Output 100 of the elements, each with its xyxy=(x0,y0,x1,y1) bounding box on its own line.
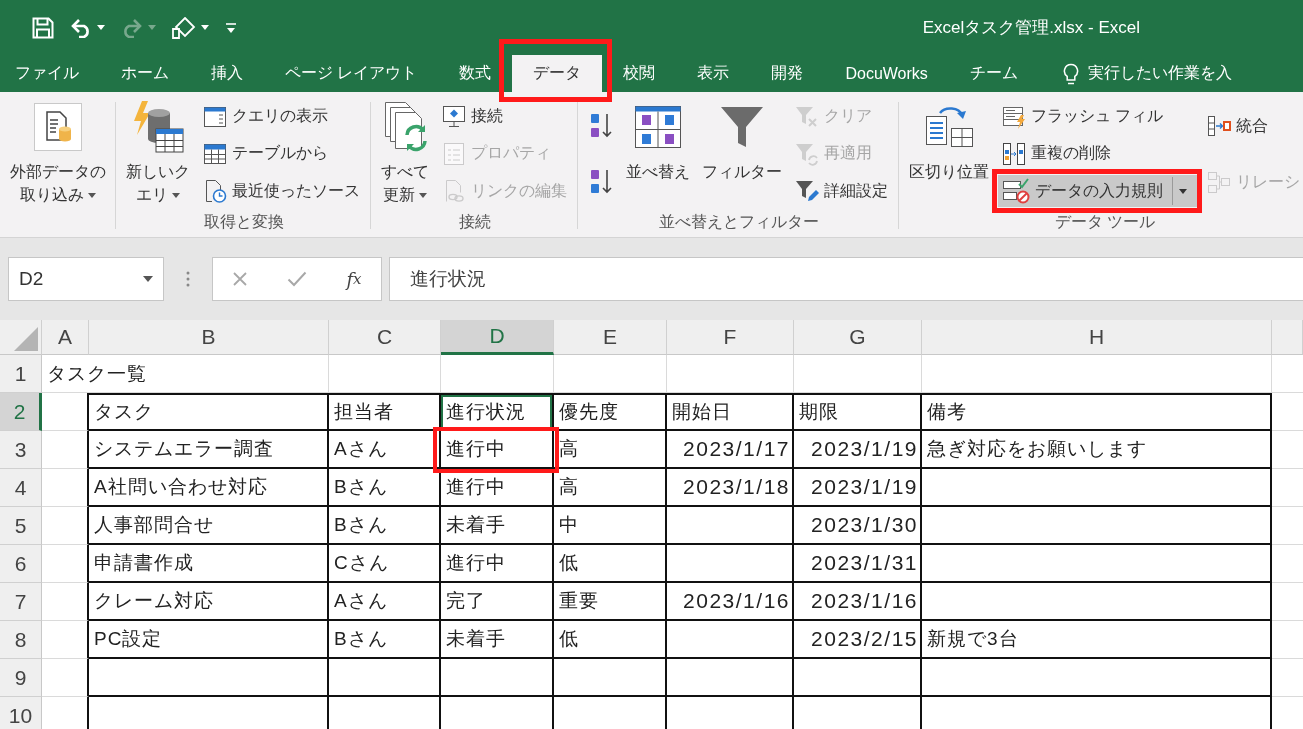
tell-me-button[interactable]: 実行したい作業を入 xyxy=(1038,55,1232,92)
table-cell[interactable] xyxy=(667,545,794,583)
table-cell[interactable]: 期限 xyxy=(794,393,922,431)
table-cell[interactable] xyxy=(42,431,89,469)
table-cell[interactable] xyxy=(42,507,89,545)
table-cell[interactable]: 高 xyxy=(554,431,667,469)
ribbon-button[interactable]: 新しいクエリ xyxy=(123,98,193,210)
table-cell[interactable] xyxy=(922,545,1272,583)
ribbon-button[interactable]: 並べ替え xyxy=(623,98,693,210)
ribbon-button[interactable]: 詳細設定 xyxy=(791,175,892,208)
row-header[interactable]: 5 xyxy=(0,507,42,545)
table-cell[interactable]: 2023/1/19 xyxy=(794,469,922,507)
table-cell[interactable] xyxy=(42,469,89,507)
table-cell[interactable] xyxy=(42,583,89,621)
table-cell[interactable]: 優先度 xyxy=(554,393,667,431)
table-cell[interactable] xyxy=(42,621,89,659)
ribbon-button[interactable]: 重複の削除 xyxy=(998,138,1115,170)
table-cell[interactable]: 2023/1/31 xyxy=(794,545,922,583)
ribbon-button[interactable]: すべて更新 xyxy=(378,98,432,210)
row-header[interactable]: 3 xyxy=(0,431,42,469)
table-cell[interactable]: PC設定 xyxy=(89,621,329,659)
ribbon-button[interactable]: テーブルから xyxy=(199,138,332,170)
table-cell[interactable]: 低 xyxy=(554,621,667,659)
table-cell[interactable] xyxy=(922,659,1272,697)
table-cell[interactable]: Bさん xyxy=(329,507,441,545)
table-cell[interactable]: 2023/1/30 xyxy=(794,507,922,545)
row-header[interactable]: 4 xyxy=(0,469,42,507)
table-cell[interactable] xyxy=(42,545,89,583)
ribbon-button[interactable]: クエリの表示 xyxy=(199,100,332,133)
table-cell[interactable] xyxy=(922,469,1272,507)
row-header[interactable]: 7 xyxy=(0,583,42,621)
column-header[interactable]: D xyxy=(441,320,554,355)
row-header[interactable]: 6 xyxy=(0,545,42,583)
ribbon-button[interactable]: 区切り位置 xyxy=(906,98,992,210)
table-cell[interactable]: Bさん xyxy=(329,621,441,659)
ribbon-button[interactable]: 最近使ったソース xyxy=(199,175,364,208)
row-header[interactable]: 10 xyxy=(0,697,42,729)
ribbon-button[interactable]: データの入力規則 xyxy=(998,175,1197,208)
ribbon-tab[interactable]: 校閲 xyxy=(602,55,677,92)
table-cell[interactable]: 高 xyxy=(554,469,667,507)
name-box[interactable]: D2 xyxy=(8,257,164,301)
table-cell[interactable]: Cさん xyxy=(329,545,441,583)
ribbon-tab[interactable]: 表示 xyxy=(676,55,751,92)
table-cell[interactable]: 2023/2/15 xyxy=(794,621,922,659)
table-cell[interactable]: 進行中 xyxy=(441,431,554,469)
table-cell[interactable]: 担当者 xyxy=(329,393,441,431)
table-cell[interactable]: 重要 xyxy=(554,583,667,621)
ribbon-button[interactable]: 外部データの取り込み xyxy=(7,98,109,210)
table-cell[interactable]: 開始日 xyxy=(667,393,794,431)
row-header[interactable]: 1 xyxy=(0,355,42,393)
ribbon-button[interactable]: フラッシュ フィル xyxy=(998,100,1168,133)
table-cell[interactable]: 2023/1/17 xyxy=(667,431,794,469)
table-cell[interactable]: 2023/1/16 xyxy=(667,583,794,621)
table-cell[interactable] xyxy=(922,507,1272,545)
table-cell[interactable]: 完了 xyxy=(441,583,554,621)
column-header[interactable]: A xyxy=(42,320,89,355)
column-header[interactable]: G xyxy=(794,320,922,355)
table-cell[interactable] xyxy=(42,393,89,431)
ribbon-tab[interactable]: データ xyxy=(512,55,603,92)
ribbon-tab[interactable]: ファイル xyxy=(0,55,100,92)
row-header[interactable]: 8 xyxy=(0,621,42,659)
ribbon-tab[interactable]: DocuWorks xyxy=(824,55,949,92)
table-cell[interactable]: 進行中 xyxy=(441,469,554,507)
column-header[interactable]: C xyxy=(329,320,441,355)
table-cell[interactable]: Bさん xyxy=(329,469,441,507)
table-cell[interactable] xyxy=(89,659,329,697)
table-cell[interactable]: A社問い合わせ対応 xyxy=(89,469,329,507)
table-cell[interactable] xyxy=(922,583,1272,621)
column-header[interactable]: H xyxy=(922,320,1272,355)
ribbon-tab[interactable]: 挿入 xyxy=(190,55,264,92)
table-cell[interactable] xyxy=(667,507,794,545)
table-cell[interactable]: 未着手 xyxy=(441,621,554,659)
table-cell[interactable]: 進行中 xyxy=(441,545,554,583)
column-header[interactable]: E xyxy=(554,320,667,355)
ribbon-tab[interactable]: ページ レイアウト xyxy=(264,55,439,92)
table-cell[interactable]: Aさん xyxy=(329,431,441,469)
table-cell[interactable]: クレーム対応 xyxy=(89,583,329,621)
row-header[interactable]: 9 xyxy=(0,659,42,697)
column-header[interactable]: F xyxy=(667,320,794,355)
ribbon-button[interactable]: フィルター xyxy=(699,98,785,210)
table-cell[interactable]: Aさん xyxy=(329,583,441,621)
table-cell[interactable] xyxy=(667,621,794,659)
table-cell[interactable]: 人事部問合せ xyxy=(89,507,329,545)
column-header[interactable]: B xyxy=(89,320,329,355)
table-cell[interactable]: 2023/1/18 xyxy=(667,469,794,507)
row-header[interactable]: 2 xyxy=(0,393,42,431)
table-cell[interactable]: 未着手 xyxy=(441,507,554,545)
ribbon-tab[interactable]: 開発 xyxy=(750,55,825,92)
table-cell[interactable]: タスク xyxy=(89,393,329,431)
table-cell[interactable] xyxy=(441,659,554,697)
table-cell[interactable]: 2023/1/16 xyxy=(794,583,922,621)
table-cell[interactable]: 申請書作成 xyxy=(89,545,329,583)
table-cell[interactable] xyxy=(554,659,667,697)
table-cell[interactable] xyxy=(329,659,441,697)
formula-field[interactable]: 進行状況 xyxy=(389,257,1303,301)
table-cell[interactable]: 備考 xyxy=(922,393,1272,431)
table-cell[interactable] xyxy=(42,659,89,697)
table-cell[interactable]: タスク一覧 xyxy=(42,355,329,393)
ribbon-tab[interactable]: チーム xyxy=(948,55,1039,92)
table-cell[interactable]: 急ぎ対応をお願いします xyxy=(922,431,1272,469)
